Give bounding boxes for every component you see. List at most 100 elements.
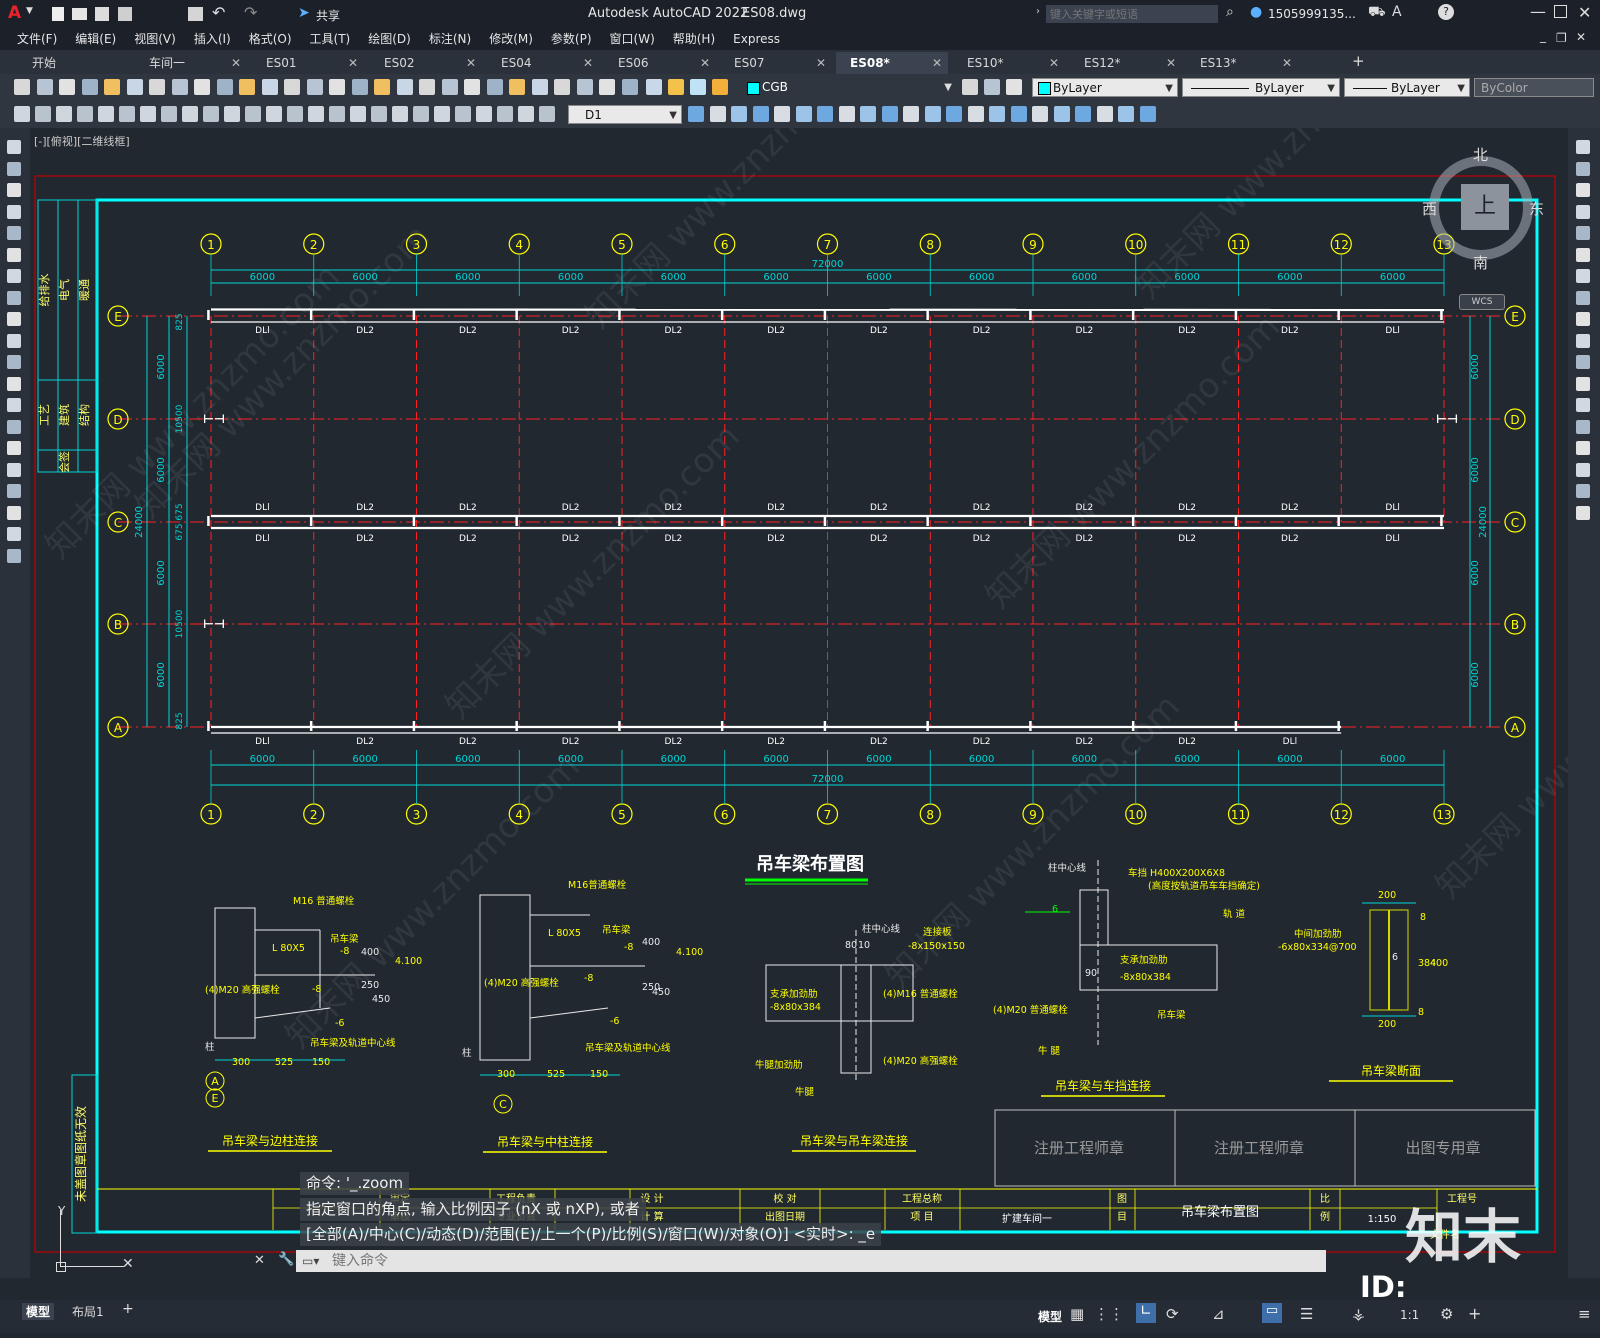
- copy-icon[interactable]: [171, 79, 188, 95]
- viewcube[interactable]: 上 北 南 西 东 WCS: [1422, 146, 1547, 310]
- tab-开始[interactable]: 开始: [18, 52, 130, 74]
- new-file-icon[interactable]: [52, 7, 64, 21]
- doc-minimize-icon[interactable]: _: [1540, 29, 1546, 43]
- layer-freeze-icon[interactable]: [690, 79, 706, 95]
- share-label[interactable]: 共享: [316, 7, 340, 24]
- drawing-canvas[interactable]: 给排水 电气 暖通工艺 建筑 结构会签未盖图章图纸无效 I I I I I I I I I I I I I DLl D…: [0, 128, 1568, 1300]
- move-icon[interactable]: [688, 106, 704, 122]
- save-as-icon[interactable]: [118, 7, 132, 21]
- rotate-icon[interactable]: [1576, 269, 1590, 283]
- dim-angular-icon[interactable]: [161, 106, 177, 122]
- layer-prev-icon[interactable]: [576, 79, 593, 95]
- offset-icon[interactable]: [989, 106, 1005, 122]
- match-icon[interactable]: [216, 79, 233, 95]
- autocad-logo[interactable]: A: [8, 3, 21, 23]
- layer-props-icon[interactable]: [646, 79, 662, 95]
- share-icon[interactable]: ➤: [298, 5, 310, 21]
- annotation-scale-value[interactable]: 1:1: [1400, 1308, 1419, 1322]
- settings-gear-icon[interactable]: ⚙: [1440, 1305, 1453, 1323]
- tab-close-icon[interactable]: ✕: [816, 52, 826, 74]
- tab-es13[interactable]: ES13* ✕: [1186, 52, 1298, 74]
- dim-linear-icon[interactable]: [14, 106, 30, 122]
- attribute-icon[interactable]: [1118, 106, 1134, 122]
- plotstyle-dropdown[interactable]: ByColor: [1474, 78, 1594, 97]
- plot-icon[interactable]: [188, 7, 203, 21]
- tab-es10[interactable]: ES10* ✕: [953, 52, 1065, 74]
- extend-icon[interactable]: [1576, 355, 1590, 369]
- fillet-icon[interactable]: [924, 106, 941, 122]
- tab-close-icon[interactable]: ✕: [1282, 52, 1292, 74]
- ungroup-icon[interactable]: [1053, 106, 1070, 122]
- add-layout-icon[interactable]: +: [122, 1301, 134, 1317]
- menu-item[interactable]: 绘图(D): [359, 28, 420, 50]
- help-icon[interactable]: ?: [1438, 4, 1454, 20]
- dim-linear-icon[interactable]: [434, 106, 450, 122]
- viewcube-north[interactable]: 北: [1473, 144, 1488, 165]
- tab-close-icon[interactable]: ✕: [1049, 52, 1059, 74]
- trim-icon[interactable]: [1576, 333, 1590, 348]
- color-dropdown[interactable]: ByLayer ▼: [1032, 78, 1178, 97]
- menu-item[interactable]: 插入(I): [185, 28, 240, 50]
- tab-es06[interactable]: ES06 ✕: [604, 52, 716, 74]
- dim-aligned-icon[interactable]: [35, 106, 51, 122]
- layer-previous-icon[interactable]: [1006, 79, 1022, 95]
- tab-close-icon[interactable]: ✕: [348, 52, 358, 74]
- dim-break-icon[interactable]: [266, 106, 282, 122]
- design-center-icon[interactable]: [396, 79, 413, 95]
- dim-quick-icon[interactable]: [182, 106, 198, 122]
- command-customize-icon[interactable]: 🔧: [278, 1252, 294, 1267]
- explode-icon[interactable]: [946, 106, 962, 122]
- paste-icon[interactable]: [194, 79, 210, 95]
- open-file-icon[interactable]: [72, 8, 87, 20]
- help-icon[interactable]: [509, 79, 525, 95]
- erase-icon[interactable]: [1576, 140, 1590, 154]
- dim-baseline-icon[interactable]: [203, 106, 219, 122]
- snap-icon[interactable]: ⋮⋮: [1094, 1305, 1124, 1323]
- properties-icon[interactable]: ☰: [1300, 1305, 1313, 1323]
- blend-icon[interactable]: [1576, 484, 1590, 498]
- tool-palettes-icon[interactable]: [419, 79, 435, 95]
- open-icon[interactable]: [36, 79, 53, 95]
- close-icon[interactable]: ✕: [1578, 3, 1591, 22]
- erase-icon[interactable]: [1010, 106, 1027, 122]
- tab-车间一[interactable]: 车间一 ✕: [135, 52, 247, 74]
- dim-arc-icon[interactable]: [56, 106, 72, 122]
- menu-item[interactable]: 文件(F): [8, 28, 66, 50]
- menu-item[interactable]: 工具(T): [301, 28, 360, 50]
- chamfer-icon[interactable]: [903, 106, 919, 122]
- dim-ordinate-icon[interactable]: [497, 106, 513, 122]
- zoom-icon[interactable]: [306, 79, 323, 95]
- plot-icon[interactable]: [81, 79, 98, 95]
- menu-item[interactable]: 标注(N): [420, 28, 480, 50]
- dim-diameter-icon[interactable]: [140, 106, 156, 122]
- layer-lock-icon[interactable]: [712, 79, 728, 95]
- trim-icon[interactable]: [817, 106, 833, 122]
- mirror-icon[interactable]: [1576, 183, 1590, 197]
- dim-space-icon[interactable]: [245, 106, 261, 122]
- pan-icon[interactable]: [284, 79, 300, 95]
- layout-tab-layout1[interactable]: 布局1: [72, 1303, 104, 1320]
- tab-close-icon[interactable]: ✕: [1166, 52, 1176, 74]
- new-tab-icon[interactable]: +: [1352, 52, 1365, 70]
- a360-icon[interactable]: A: [1392, 4, 1402, 20]
- undo-icon[interactable]: ↶: [212, 3, 225, 22]
- new-icon[interactable]: [599, 79, 615, 95]
- tab-es07[interactable]: ES07 ✕: [720, 52, 832, 74]
- customize-menu-icon[interactable]: ≡: [1578, 1305, 1591, 1323]
- menu-item[interactable]: 视图(V): [125, 28, 185, 50]
- lineweight-toggle-icon[interactable]: ▭: [1262, 1303, 1282, 1323]
- array-icon[interactable]: [967, 106, 984, 122]
- dim-continue-icon[interactable]: [224, 106, 240, 122]
- user-name[interactable]: 1505999135...: [1268, 7, 1356, 21]
- tab-close-icon[interactable]: ✕: [466, 52, 476, 74]
- command-input[interactable]: ▭▾ 键入命令: [296, 1250, 1326, 1272]
- mirror-icon[interactable]: [774, 106, 790, 122]
- dim-radius-icon[interactable]: [518, 106, 534, 122]
- match-layer-icon[interactable]: [984, 79, 1000, 95]
- break-at-point-icon[interactable]: [1576, 376, 1590, 391]
- lineweight-dropdown[interactable]: ByLayer ▼: [1344, 78, 1470, 97]
- model-space-button[interactable]: 模型: [1038, 1308, 1062, 1325]
- dim-ordinate-icon[interactable]: [77, 106, 93, 122]
- center-mark-icon[interactable]: [308, 106, 324, 122]
- tab-es04[interactable]: ES04 ✕: [487, 52, 599, 74]
